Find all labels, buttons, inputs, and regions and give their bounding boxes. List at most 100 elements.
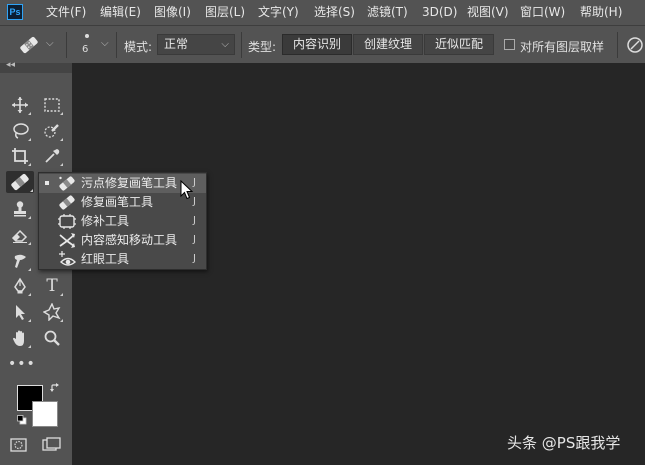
chevron-down-icon: ⌵ xyxy=(221,39,229,50)
menu-3d[interactable]: 3D(D) xyxy=(422,4,457,20)
menu-window[interactable]: 窗口(W) xyxy=(520,4,565,20)
lasso-icon xyxy=(13,123,29,139)
chevron-down-icon: ⌵ xyxy=(101,38,109,49)
flyout-indicator-icon xyxy=(30,189,33,192)
menu-bar: Ps 文件(F) 编辑(E) 图像(I) 图层(L) 文字(Y) 选择(S) 滤… xyxy=(0,0,645,25)
healing-brush-icon xyxy=(59,195,75,210)
zoom-tool[interactable] xyxy=(40,327,64,349)
mode-select[interactable]: 正常 ⌵ xyxy=(157,34,235,55)
flyout-indicator-icon xyxy=(60,319,63,322)
divider xyxy=(241,32,242,58)
clone-stamp-tool[interactable] xyxy=(8,198,32,220)
sample-all-layers-label: 对所有图层取样 xyxy=(520,40,605,54)
divider xyxy=(66,32,67,58)
mode-value: 正常 xyxy=(164,37,189,51)
flyout-indicator-icon xyxy=(28,345,31,348)
chevron-down-icon: ⌵ xyxy=(46,38,54,49)
hand-tool[interactable] xyxy=(8,327,32,349)
flyout-item-red-eye[interactable]: 红眼工具 J xyxy=(39,250,206,269)
selected-bullet-icon xyxy=(45,181,49,185)
flyout-indicator-icon xyxy=(28,163,31,166)
patch-icon xyxy=(58,214,76,229)
photoshop-logo[interactable]: Ps xyxy=(7,4,23,20)
spot-healing-brush-tool[interactable] xyxy=(6,171,34,193)
default-colors-icon[interactable] xyxy=(17,415,27,425)
smudge-tool[interactable] xyxy=(8,250,32,272)
flyout-indicator-icon xyxy=(60,138,63,141)
type-proximity-match-button[interactable]: 近似匹配 xyxy=(424,34,494,55)
menu-select[interactable]: 选择(S) xyxy=(314,4,355,20)
eraser-tool[interactable] xyxy=(8,224,32,246)
divider xyxy=(116,32,117,58)
background-color-swatch[interactable] xyxy=(32,401,58,427)
brush-dot-icon xyxy=(85,34,89,38)
swap-colors-icon[interactable] xyxy=(50,383,60,393)
quick-mask-icon[interactable] xyxy=(10,437,28,453)
flyout-indicator-icon xyxy=(28,216,31,219)
divider xyxy=(617,32,618,58)
options-bar: ⌵ 6 ⌵ 模式: 正常 ⌵ 类型: 内容识别 创建纹理 近似匹配 对所有图层取… xyxy=(0,25,645,63)
type-create-texture-button[interactable]: 创建纹理 xyxy=(353,34,423,55)
spot-healing-brush-icon xyxy=(11,173,29,191)
flyout-indicator-icon xyxy=(28,268,31,271)
flyout-item-label: 污点修复画笔工具 xyxy=(81,176,178,190)
type-label: 类型: xyxy=(248,40,277,54)
edit-toolbar-button[interactable]: ••• xyxy=(8,353,35,375)
eyedropper-tool[interactable] xyxy=(40,145,64,167)
pen-icon xyxy=(14,277,26,294)
menu-view[interactable]: 视图(V) xyxy=(467,4,509,20)
spot-healing-brush-icon xyxy=(59,176,75,191)
shape-tool[interactable] xyxy=(40,301,64,323)
flyout-indicator-icon xyxy=(28,242,31,245)
path-selection-icon xyxy=(16,305,25,320)
menu-image[interactable]: 图像(I) xyxy=(154,4,191,20)
menu-edit[interactable]: 编辑(E) xyxy=(100,4,141,20)
move-icon xyxy=(12,97,28,113)
pen-tool[interactable] xyxy=(8,275,32,297)
flyout-item-label: 内容感知移动工具 xyxy=(81,233,178,247)
type-content-aware-button[interactable]: 内容识别 xyxy=(282,34,352,55)
watermark: 头条 @PS跟我学 xyxy=(507,434,621,452)
menu-type[interactable]: 文字(Y) xyxy=(258,4,299,20)
brush-picker[interactable]: 6 ⌵ xyxy=(75,31,115,59)
type-tool[interactable]: T xyxy=(40,275,64,297)
crop-icon xyxy=(12,148,28,164)
menu-file[interactable]: 文件(F) xyxy=(46,4,86,20)
flyout-indicator-icon xyxy=(60,293,63,296)
crop-tool[interactable] xyxy=(8,145,32,167)
path-selection-tool[interactable] xyxy=(8,301,32,323)
flyout-indicator-icon xyxy=(60,163,63,166)
rectangular-marquee-icon xyxy=(44,98,60,112)
flyout-item-shortcut: J xyxy=(193,215,196,226)
custom-shape-icon xyxy=(43,303,61,321)
quick-selection-tool[interactable] xyxy=(40,120,64,142)
flyout-item-label: 红眼工具 xyxy=(81,252,130,266)
flyout-item-content-aware-move[interactable]: 内容感知移动工具 J xyxy=(39,231,206,250)
mode-label: 模式: xyxy=(124,40,153,54)
clone-stamp-icon xyxy=(14,201,26,217)
flyout-indicator-icon xyxy=(28,293,31,296)
zoom-icon xyxy=(44,330,60,346)
marquee-tool[interactable] xyxy=(40,94,64,116)
flyout-item-patch[interactable]: 修补工具 J xyxy=(39,212,206,231)
sample-all-layers-checkbox[interactable] xyxy=(504,39,515,50)
screen-mode-icon[interactable] xyxy=(42,437,62,453)
lasso-tool[interactable] xyxy=(8,120,32,142)
move-tool[interactable] xyxy=(8,94,32,116)
eraser-icon xyxy=(11,229,28,243)
eyedropper-icon xyxy=(45,149,60,163)
smudge-icon xyxy=(14,254,26,268)
pressure-size-icon[interactable] xyxy=(626,36,644,54)
menu-filter[interactable]: 滤镜(T) xyxy=(367,4,408,20)
spot-healing-brush-icon xyxy=(20,36,38,54)
tools-panel-header[interactable]: ◂◂ xyxy=(0,60,72,73)
red-eye-icon xyxy=(59,251,76,266)
flyout-item-shortcut: J xyxy=(193,234,196,245)
flyout-indicator-icon xyxy=(28,138,31,141)
menu-help[interactable]: 帮助(H) xyxy=(580,4,622,20)
collapse-icon[interactable]: ◂◂ xyxy=(6,60,15,70)
quick-selection-icon xyxy=(44,124,59,138)
content-aware-move-icon xyxy=(59,233,75,248)
menu-layer[interactable]: 图层(L) xyxy=(205,4,245,20)
tool-preset-picker[interactable]: ⌵ xyxy=(17,33,59,57)
